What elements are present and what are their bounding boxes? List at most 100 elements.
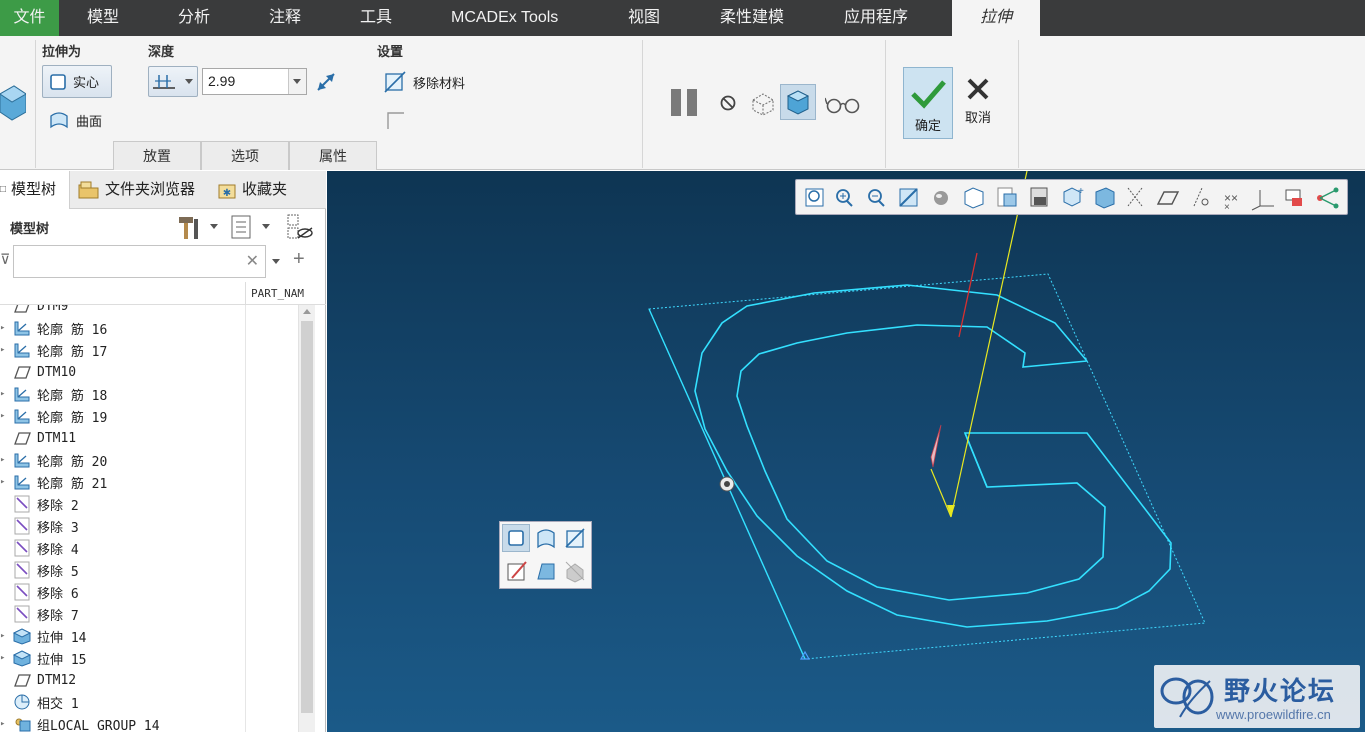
expand-arrow-icon[interactable]: ▸ (0, 719, 10, 729)
menu-annotate[interactable]: 注释 (269, 0, 301, 36)
remove-material-label: 移除材料 (413, 75, 466, 91)
profile-rib-icon (12, 385, 32, 403)
profile-rib-icon (12, 473, 32, 491)
point-display-icon: ××× (1224, 191, 1238, 213)
tree-item[interactable]: 移除 4 (0, 537, 245, 559)
edit-sketch-icon[interactable] (504, 558, 530, 584)
add-column-icon[interactable]: + (293, 248, 305, 271)
tree-item[interactable]: 移除 2 (0, 493, 245, 515)
preview-cube-icon (786, 90, 810, 115)
tree-item[interactable]: ▸ 拉伸 15 (0, 647, 245, 669)
tree-item[interactable]: ▸ 轮廓 筋 21 (0, 471, 245, 493)
menu-analysis[interactable]: 分析 (178, 0, 210, 36)
settings-hammer-icon[interactable] (176, 213, 202, 241)
expand-arrow-icon[interactable]: ▸ (0, 477, 10, 487)
mini-solid-button[interactable] (502, 524, 530, 552)
datum-plane-icon (12, 363, 32, 381)
tree-item[interactable]: ▸ 拉伸 14 (0, 625, 245, 647)
tree-item[interactable]: DTM10 (0, 361, 245, 383)
checkmark-icon (911, 80, 946, 109)
show-list-icon[interactable] (230, 214, 254, 240)
tree-item[interactable]: 相交 1 (0, 691, 245, 713)
tree-item[interactable]: DTM9 (0, 305, 245, 317)
cancel-button[interactable]: 取消 (958, 74, 998, 134)
chevron-down-icon (293, 79, 301, 84)
profile-rib-icon (12, 319, 32, 337)
part-name-column[interactable]: PART_NAM (251, 287, 304, 300)
tree-item[interactable]: ▸ 轮廓 筋 18 (0, 383, 245, 405)
tab-folder-browser[interactable]: 文件夹浏览器 (78, 171, 195, 209)
profile-rib-icon (12, 451, 32, 469)
expand-arrow-icon[interactable]: ▸ (0, 411, 10, 421)
expand-arrow-icon[interactable]: ▸ (0, 631, 10, 641)
tree-scrollbar[interactable] (298, 305, 315, 732)
tree-item[interactable]: 移除 5 (0, 559, 245, 581)
thicken-icon[interactable] (533, 558, 559, 584)
chevron-down-icon (185, 79, 193, 84)
menu-tools[interactable]: 工具 (360, 0, 392, 36)
tree-item[interactable]: 移除 6 (0, 581, 245, 603)
menu-mcadex-tools[interactable]: MCADEx Tools (451, 0, 558, 36)
remove-material-button[interactable]: 移除材料 (383, 70, 465, 94)
expand-arrow-icon[interactable]: ▸ (0, 389, 10, 399)
pause-icon[interactable] (670, 88, 700, 118)
confirm-button[interactable]: 确定 (903, 67, 953, 139)
depth-value-input[interactable]: 2.99 (202, 68, 307, 95)
wire-preview-icon[interactable] (749, 90, 777, 116)
tab-properties[interactable]: 属性 (289, 141, 377, 170)
tree-item[interactable]: ▸ 轮廓 筋 19 (0, 405, 245, 427)
chevron-down-icon[interactable] (272, 259, 280, 264)
expand-arrow-icon[interactable]: ▸ (0, 345, 10, 355)
remove-material-icon (384, 71, 406, 93)
graphics-viewport[interactable]: + ×× × 野火论坛 www.proewildfire.cn (327, 171, 1365, 732)
menu-file[interactable]: 文件 (0, 0, 59, 36)
surface-icon[interactable] (533, 525, 559, 551)
tree-item-label: DTM11 (37, 430, 77, 446)
tab-options[interactable]: 选项 (201, 141, 289, 170)
preview-button[interactable] (780, 84, 816, 120)
spin-center-icon: + (1063, 186, 1084, 207)
thicken-sketch-icon[interactable] (385, 110, 407, 132)
tree-item[interactable]: ▸ 组LOCAL_GROUP_14 (0, 713, 245, 732)
depth-type-dropdown[interactable] (148, 66, 198, 97)
tree-item[interactable]: DTM11 (0, 427, 245, 449)
expand-arrow-icon[interactable]: ▸ (0, 653, 10, 663)
show-hidden-icon[interactable] (286, 213, 314, 241)
intersect-icon (12, 693, 32, 711)
menu-flexible-modeling[interactable]: 柔性建模 (720, 0, 784, 36)
tree-item[interactable]: ▸ 轮廓 筋 17 (0, 339, 245, 361)
surface-button[interactable]: 曲面 (48, 109, 102, 131)
tree-item[interactable]: DTM12 (0, 669, 245, 691)
solid-button[interactable]: 实心 (42, 65, 112, 98)
menu-applications[interactable]: 应用程序 (844, 0, 908, 36)
scroll-thumb[interactable] (301, 321, 313, 713)
clear-icon[interactable]: ✕ (246, 251, 259, 271)
chevron-down-icon[interactable] (262, 224, 270, 229)
display-style-icon (934, 191, 948, 205)
menu-extrude-tab[interactable]: 拉伸 (952, 0, 1040, 36)
tab-placement[interactable]: 放置 (113, 141, 201, 170)
yellow-axis (950, 171, 1028, 518)
depth-value-dropdown[interactable] (288, 69, 306, 94)
verify-glasses-icon[interactable] (825, 94, 861, 116)
remove-icon (12, 539, 32, 557)
mini-toolbar (499, 521, 592, 589)
scroll-up-icon[interactable] (303, 309, 311, 314)
remove-material-icon[interactable] (562, 525, 588, 551)
flip-direction-icon[interactable] (314, 70, 338, 94)
expand-arrow-icon[interactable]: ▸ (0, 323, 10, 333)
menu-view[interactable]: 视图 (628, 0, 660, 36)
menu-model[interactable]: 模型 (87, 0, 119, 36)
tab-favorites[interactable]: ✱ 收藏夹 (217, 171, 287, 209)
no-preview-icon[interactable] (719, 94, 737, 112)
tree-item[interactable]: ▸ 轮廓 筋 16 (0, 317, 245, 339)
tab-model-tree[interactable]: □ 模型树 (0, 171, 70, 209)
expand-arrow-icon[interactable]: ▸ (0, 455, 10, 465)
tree-item[interactable]: ▸ 轮廓 筋 20 (0, 449, 245, 471)
red-axis (958, 252, 978, 338)
tree-item[interactable]: 移除 3 (0, 515, 245, 537)
tree-filter-input[interactable]: ✕ (13, 245, 266, 278)
chevron-down-icon[interactable] (210, 224, 218, 229)
tree-item[interactable]: 移除 7 (0, 603, 245, 625)
datum-plane-icon (12, 305, 32, 315)
